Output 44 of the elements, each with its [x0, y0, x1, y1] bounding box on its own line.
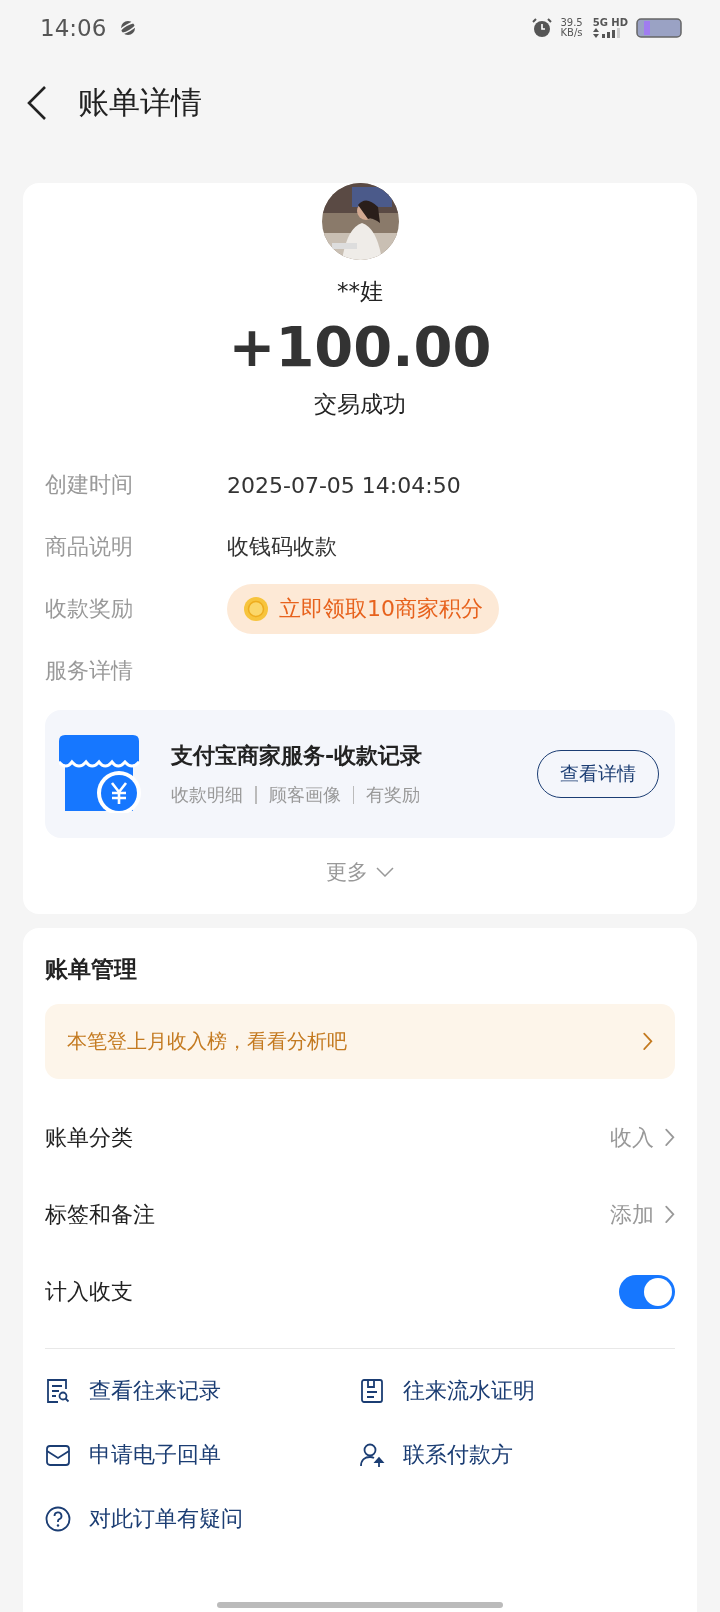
chevron-down-icon — [376, 867, 394, 877]
signal-icon — [592, 28, 623, 38]
chevron-right-icon — [664, 1205, 675, 1224]
action-link[interactable]: 申请电子回单 — [89, 1440, 221, 1470]
coin-icon — [243, 596, 269, 622]
battery-icon — [636, 17, 682, 38]
question-icon — [45, 1506, 71, 1532]
action-link[interactable]: 联系付款方 — [403, 1440, 513, 1470]
banner-text: 本笔登上月收入榜，看看分析吧 — [67, 1028, 347, 1055]
service-tag: 收款明细 — [171, 783, 243, 807]
network-speed: 39.5 — [560, 17, 583, 28]
setting-label: 计入收支 — [45, 1277, 134, 1306]
speed-unit: KB/s — [560, 27, 583, 38]
clock-time: 14:06 — [40, 14, 107, 41]
toggle-switch[interactable] — [619, 1274, 675, 1309]
service-tag: 顾客画像 — [268, 783, 341, 807]
envelope-icon — [45, 1442, 71, 1468]
payer-name: **娃 — [336, 277, 384, 306]
action-link[interactable]: 往来流水证明 — [403, 1376, 535, 1406]
detail-label: 商品说明 — [45, 533, 134, 561]
setting-label: 标签和备注 — [45, 1200, 156, 1229]
detail-value: 收钱码收款 — [227, 533, 337, 561]
action-link[interactable]: 对此订单有疑问 — [89, 1504, 243, 1534]
section-title: 账单管理 — [45, 955, 138, 984]
store-icon — [59, 735, 141, 813]
detail-label: 收款奖励 — [45, 595, 134, 623]
detail-label: 创建时间 — [45, 471, 134, 499]
page-title: 账单详情 — [78, 82, 202, 122]
transaction-status: 交易成功 — [313, 390, 407, 419]
network-label: 5G HD — [592, 17, 628, 28]
setting-label: 账单分类 — [45, 1123, 134, 1152]
service-title: 支付宝商家服务-收款记录 — [171, 742, 424, 770]
person-upload-icon — [359, 1442, 385, 1468]
back-icon[interactable] — [26, 84, 48, 121]
document-search-icon — [45, 1378, 71, 1404]
alarm-icon — [532, 17, 553, 38]
amount: +100.00 — [227, 313, 493, 381]
action-link[interactable]: 查看往来记录 — [89, 1376, 221, 1406]
service-tag: 有奖励 — [366, 783, 420, 807]
chevron-right-icon — [642, 1032, 653, 1051]
section-label: 服务详情 — [45, 657, 134, 685]
detail-value: 2025-07-05 14:04:50 — [227, 472, 461, 498]
chevron-right-icon — [664, 1128, 675, 1147]
document-icon — [359, 1378, 385, 1404]
